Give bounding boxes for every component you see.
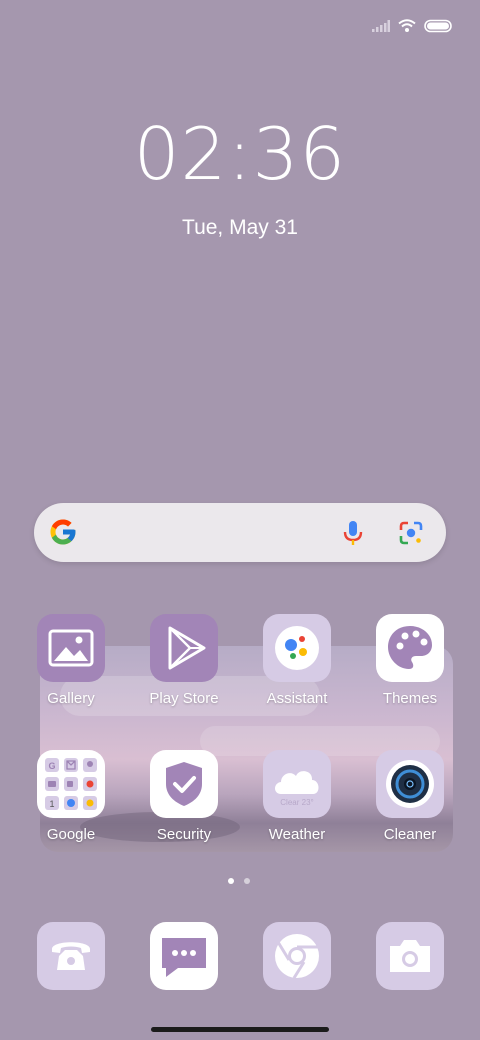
app-label: Security bbox=[156, 826, 212, 843]
page-indicator bbox=[228, 878, 250, 884]
battery-icon bbox=[424, 19, 452, 33]
google-folder-icon: G 1 bbox=[37, 750, 105, 818]
themes-icon bbox=[376, 614, 444, 682]
clock-time[interactable]: 02:36 bbox=[0, 112, 480, 196]
svg-text:G: G bbox=[48, 761, 55, 771]
app-label: Play Store bbox=[149, 690, 219, 707]
weather-temp: Clear 23° bbox=[280, 798, 314, 807]
messages-icon bbox=[150, 922, 218, 990]
page-dot[interactable] bbox=[244, 878, 250, 884]
wifi-icon bbox=[398, 19, 416, 32]
google-search-bar[interactable] bbox=[34, 503, 446, 562]
weather-icon: Clear 23° bbox=[263, 750, 331, 818]
cleaner-icon bbox=[376, 750, 444, 818]
camera-icon bbox=[376, 922, 444, 990]
app-label: Cleaner bbox=[383, 826, 437, 843]
app-label: Gallery bbox=[47, 690, 95, 707]
assistant-icon bbox=[263, 614, 331, 682]
app-assistant[interactable]: Assistant bbox=[247, 614, 347, 707]
page-dot-active[interactable] bbox=[228, 878, 234, 884]
app-play-store[interactable]: Play Store bbox=[134, 614, 234, 707]
app-gallery[interactable]: Gallery bbox=[21, 614, 121, 707]
app-label: Assistant bbox=[266, 690, 328, 707]
gallery-icon bbox=[37, 614, 105, 682]
play-store-icon bbox=[150, 614, 218, 682]
dock-phone[interactable] bbox=[21, 922, 121, 990]
dock-chrome[interactable] bbox=[247, 922, 347, 990]
app-security[interactable]: Security bbox=[134, 750, 234, 843]
app-weather[interactable]: Clear 23° Weather bbox=[247, 750, 347, 843]
chrome-icon bbox=[263, 922, 331, 990]
home-indicator[interactable] bbox=[151, 1027, 329, 1032]
app-cleaner[interactable]: Cleaner bbox=[360, 750, 460, 843]
svg-text:1: 1 bbox=[49, 799, 54, 809]
app-label: Weather bbox=[268, 826, 326, 843]
signal-icon bbox=[372, 20, 390, 32]
app-google-folder[interactable]: G 1 Google bbox=[21, 750, 121, 843]
app-label: Themes bbox=[382, 690, 438, 707]
lens-icon[interactable] bbox=[398, 520, 424, 546]
dock-messages[interactable] bbox=[134, 922, 234, 990]
google-logo-icon bbox=[50, 519, 76, 545]
security-icon bbox=[150, 750, 218, 818]
app-themes[interactable]: Themes bbox=[360, 614, 460, 707]
mic-icon[interactable] bbox=[342, 519, 364, 547]
status-bar bbox=[372, 14, 452, 38]
dock-camera[interactable] bbox=[360, 922, 460, 990]
app-label: Google bbox=[46, 826, 96, 843]
phone-icon bbox=[37, 922, 105, 990]
clock-date[interactable]: Tue, May 31 bbox=[0, 216, 480, 240]
